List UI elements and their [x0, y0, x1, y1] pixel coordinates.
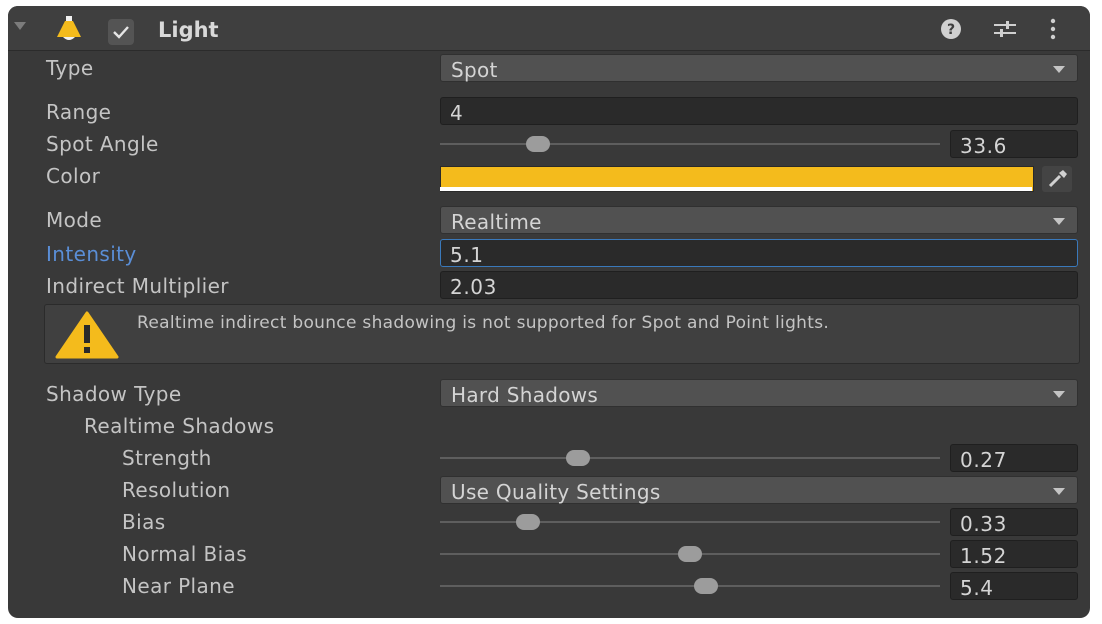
warning-icon [55, 311, 119, 359]
resolution-label: Resolution [122, 478, 231, 502]
chevron-down-icon [1053, 218, 1065, 225]
intensity-value: 5.1 [450, 243, 484, 267]
strength-slider-thumb[interactable] [566, 450, 590, 466]
warning-helpbox: Realtime indirect bounce shadowing is no… [44, 304, 1080, 364]
component-title: Light [158, 18, 219, 42]
component-header[interactable]: Light ? [8, 6, 1090, 51]
bias-label: Bias [122, 510, 166, 534]
intensity-label: Intensity [46, 242, 137, 266]
type-dropdown[interactable]: Spot [440, 54, 1078, 82]
bias-slider-thumb[interactable] [516, 514, 540, 530]
chevron-down-icon [1053, 488, 1065, 495]
indirect-multiplier-value: 2.03 [450, 275, 497, 299]
spot-angle-slider-track[interactable] [440, 143, 940, 145]
range-field[interactable]: 4 [440, 97, 1078, 125]
light-component-panel: Light ? Type Spot Range 4 Spot Angle 33.… [8, 6, 1090, 618]
shadow-type-dropdown[interactable]: Hard Shadows [440, 379, 1078, 407]
help-icon[interactable]: ? [940, 18, 962, 40]
svg-text:?: ? [947, 22, 955, 38]
normal-bias-value: 1.52 [960, 544, 1007, 568]
bias-slider-track[interactable] [440, 521, 940, 523]
near-plane-field[interactable]: 5.4 [950, 572, 1078, 600]
range-value: 4 [450, 101, 464, 125]
warning-message: Realtime indirect bounce shadowing is no… [137, 313, 830, 333]
chevron-down-icon [1053, 391, 1065, 398]
type-label: Type [46, 56, 94, 80]
strength-slider-track[interactable] [440, 457, 940, 459]
near-plane-label: Near Plane [122, 574, 235, 598]
mode-dropdown[interactable]: Realtime [440, 206, 1078, 234]
indirect-multiplier-field[interactable]: 2.03 [440, 271, 1078, 299]
spot-angle-value: 33.6 [960, 134, 1007, 158]
mode-value: Realtime [451, 210, 542, 234]
realtime-shadows-label: Realtime Shadows [84, 414, 275, 438]
near-plane-slider-track[interactable] [440, 585, 940, 587]
bias-value: 0.33 [960, 512, 1007, 536]
shadow-type-label: Shadow Type [46, 382, 182, 406]
foldout-arrow-icon[interactable] [14, 22, 26, 30]
near-plane-value: 5.4 [960, 576, 994, 600]
light-bulb-icon [57, 16, 81, 40]
checkmark-icon [113, 26, 129, 39]
color-label: Color [46, 164, 101, 188]
resolution-dropdown[interactable]: Use Quality Settings [440, 476, 1078, 504]
presets-icon[interactable] [992, 18, 1018, 40]
normal-bias-slider-thumb[interactable] [678, 546, 702, 562]
strength-field[interactable]: 0.27 [950, 444, 1078, 472]
spot-angle-label: Spot Angle [46, 132, 159, 156]
more-icon[interactable] [1048, 18, 1058, 40]
range-label: Range [46, 100, 112, 124]
normal-bias-label: Normal Bias [122, 542, 248, 566]
bias-field[interactable]: 0.33 [950, 508, 1078, 536]
shadow-type-value: Hard Shadows [451, 383, 599, 407]
chevron-down-icon [1053, 66, 1065, 73]
mode-label: Mode [46, 208, 103, 232]
intensity-field[interactable]: 5.1 [440, 239, 1078, 267]
spot-angle-slider-thumb[interactable] [526, 136, 550, 152]
near-plane-slider-thumb[interactable] [694, 578, 718, 594]
normal-bias-field[interactable]: 1.52 [950, 540, 1078, 568]
component-enabled-checkbox[interactable] [108, 19, 134, 45]
color-alpha-bar [440, 187, 1032, 191]
resolution-value: Use Quality Settings [451, 480, 661, 504]
eyedropper-icon[interactable] [1042, 166, 1072, 192]
indirect-multiplier-label: Indirect Multiplier [46, 274, 229, 298]
spot-angle-field[interactable]: 33.6 [950, 130, 1078, 158]
strength-value: 0.27 [960, 448, 1007, 472]
strength-label: Strength [122, 446, 212, 470]
type-value: Spot [451, 58, 498, 82]
